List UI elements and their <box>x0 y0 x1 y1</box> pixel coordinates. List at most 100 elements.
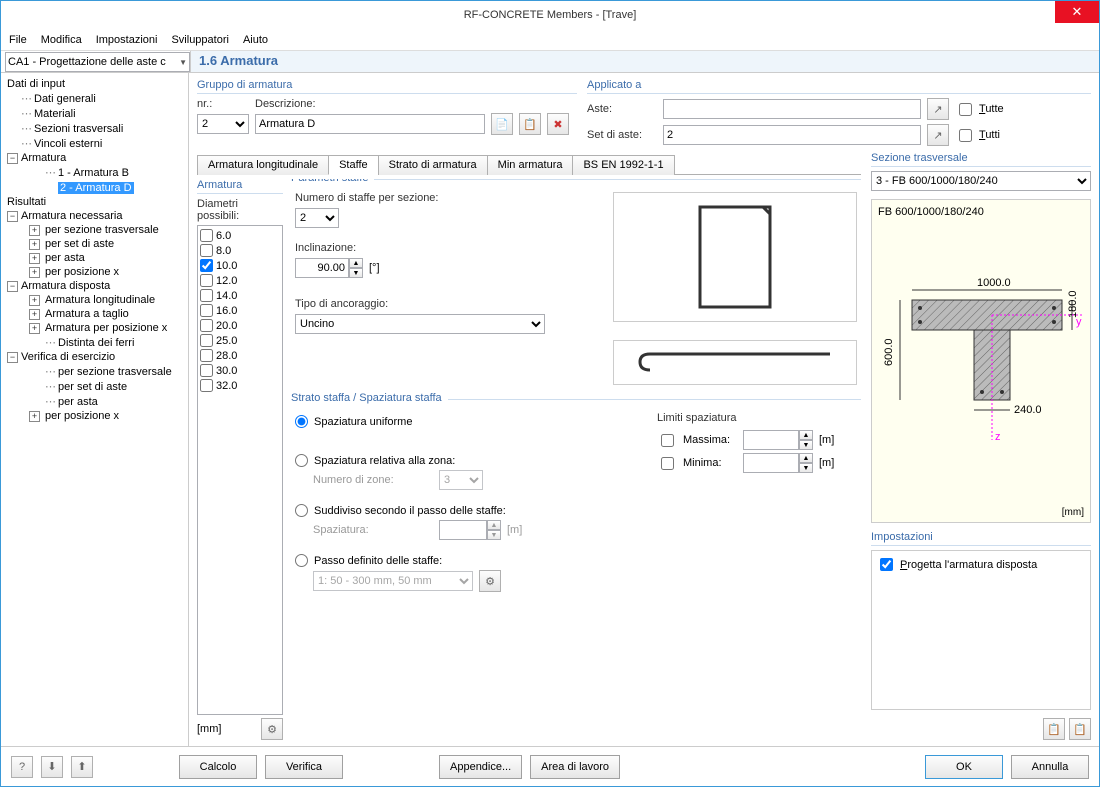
help-icon[interactable]: ? <box>11 756 33 778</box>
diam-option[interactable]: 28.0 <box>200 348 280 363</box>
menubar: File Modifica Impostazioni Sviluppatori … <box>1 29 1099 51</box>
descrizione-input[interactable] <box>255 114 485 134</box>
menu-impostazioni[interactable]: Impostazioni <box>96 34 158 46</box>
menu-sviluppatori[interactable]: Sviluppatori <box>171 34 228 46</box>
tree-risultati[interactable]: Risultati <box>3 195 186 209</box>
delete-icon[interactable]: ✖ <box>547 113 569 135</box>
tab-armatura-long[interactable]: Armatura longitudinale <box>197 155 329 175</box>
pick-set-icon[interactable]: ↗ <box>927 124 949 146</box>
svg-text:600.0: 600.0 <box>883 338 895 366</box>
tipo-anc-select[interactable]: Uncino <box>295 314 545 334</box>
area-lavoro-button[interactable]: Area di lavoro <box>530 755 620 779</box>
diam-option[interactable]: 16.0 <box>200 303 280 318</box>
tree-arm-long[interactable]: +Armatura longitudinale <box>3 293 186 307</box>
diam-option[interactable]: 32.0 <box>200 378 280 393</box>
tree-ve-posx[interactable]: +per posizione x <box>3 409 186 423</box>
copy-icon[interactable]: 📋 <box>519 113 541 135</box>
menu-file[interactable]: File <box>9 34 27 46</box>
appendice-button[interactable]: Appendice... <box>439 755 522 779</box>
diametri-label: Diametri possibili: <box>197 198 283 222</box>
diam-option[interactable]: 25.0 <box>200 333 280 348</box>
aste-input[interactable] <box>663 99 921 119</box>
tab-strato[interactable]: Strato di armatura <box>378 155 488 175</box>
diam-option[interactable]: 14.0 <box>200 288 280 303</box>
tab-staffe[interactable]: Staffe <box>328 155 379 175</box>
inclin-unit: [°] <box>369 262 380 274</box>
nav-tree[interactable]: Dati di input ⋯Dati generali ⋯Materiali … <box>1 73 189 746</box>
diam-option[interactable]: 8.0 <box>200 243 280 258</box>
paste-settings-icon[interactable]: 📋 <box>1069 718 1091 740</box>
massima-checkbox[interactable] <box>661 434 674 447</box>
tree-materiali[interactable]: ⋯Materiali <box>3 106 186 121</box>
applicato-head: Applicato a <box>587 79 1091 94</box>
sezione-combo[interactable]: 3 - FB 600/1000/180/240 <box>871 171 1091 191</box>
tree-arm-posx[interactable]: +Armatura per posizione x <box>3 321 186 335</box>
num-zone-select: 3 <box>439 470 483 490</box>
export-icon[interactable]: ⬆ <box>71 756 93 778</box>
import-icon[interactable]: ⬇ <box>41 756 63 778</box>
tree-per-sezione[interactable]: +per sezione trasversale <box>3 223 186 237</box>
tutte-checkbox[interactable]: Tutte <box>955 100 1004 119</box>
tab-min-armatura[interactable]: Min armatura <box>487 155 574 175</box>
progetta-checkbox[interactable]: Progetta l'armatura disposta <box>876 555 1086 574</box>
tree-vincoli[interactable]: ⋯Vincoli esterni <box>3 136 186 151</box>
diam-option[interactable]: 10.0 <box>200 258 280 273</box>
window-title: RF-CONCRETE Members - [Trave] <box>464 9 637 21</box>
tabstrip: Armatura longitudinale Staffe Strato di … <box>197 154 861 175</box>
page-title: 1.6 Armatura <box>190 51 1099 72</box>
copy-settings-icon[interactable]: 📋 <box>1043 718 1065 740</box>
num-staffe-label: Numero di staffe per sezione: <box>295 192 605 204</box>
tree-armatura-1[interactable]: ⋯1 - Armatura B <box>3 165 186 180</box>
tree-per-posx[interactable]: +per posizione x <box>3 265 186 279</box>
tree-sezioni[interactable]: ⋯Sezioni trasversali <box>3 121 186 136</box>
staffa-preview <box>613 192 857 322</box>
tree-arm-necessaria[interactable]: −Armatura necessaria <box>3 209 186 223</box>
tree-per-asta[interactable]: +per asta <box>3 251 186 265</box>
tree-dati-input[interactable]: Dati di input <box>3 77 186 91</box>
menu-modifica[interactable]: Modifica <box>41 34 82 46</box>
tree-dati-generali[interactable]: ⋯Dati generali <box>3 91 186 106</box>
diam-option[interactable]: 30.0 <box>200 363 280 378</box>
tree-arm-taglio[interactable]: +Armatura a taglio <box>3 307 186 321</box>
nr-select[interactable]: 2 <box>197 114 249 134</box>
tab-norma[interactable]: BS EN 1992-1-1 <box>572 155 674 175</box>
diam-option[interactable]: 12.0 <box>200 273 280 288</box>
passo-edit-icon[interactable]: ⚙ <box>479 570 501 592</box>
tree-armatura-2[interactable]: ⋯2 - Armatura D <box>3 180 186 195</box>
limiti-head: Limiti spaziatura <box>657 412 857 424</box>
inclinazione-input[interactable] <box>295 258 349 278</box>
tree-ve-set[interactable]: ⋯per set di aste <box>3 379 186 394</box>
tree-per-set[interactable]: +per set di aste <box>3 237 186 251</box>
tree-ve-asta[interactable]: ⋯per asta <box>3 394 186 409</box>
diam-option[interactable]: 20.0 <box>200 318 280 333</box>
minima-checkbox[interactable] <box>661 457 674 470</box>
radio-passo[interactable] <box>295 554 308 567</box>
tree-ve-sez[interactable]: ⋯per sezione trasversale <box>3 364 186 379</box>
new-icon[interactable]: 📄 <box>491 113 513 135</box>
case-combo[interactable]: CA1 - Progettazione delle aste c▼ <box>5 52 190 72</box>
calcolo-button[interactable]: Calcolo <box>179 755 257 779</box>
tree-distinta[interactable]: ⋯Distinta dei ferri <box>3 335 186 350</box>
sezione-head: Sezione trasversale <box>871 152 1091 167</box>
spin-down-icon[interactable]: ▼ <box>349 268 363 278</box>
set-aste-input[interactable] <box>663 125 921 145</box>
close-icon[interactable]: ✕ <box>1055 1 1099 23</box>
tree-armatura[interactable]: −Armatura <box>3 151 186 165</box>
verifica-button[interactable]: Verifica <box>265 755 343 779</box>
list-settings-icon[interactable]: ⚙ <box>261 718 283 740</box>
radio-relativa[interactable] <box>295 454 308 467</box>
pick-aste-icon[interactable]: ↗ <box>927 98 949 120</box>
spin-up-icon[interactable]: ▲ <box>349 258 363 268</box>
diametri-list[interactable]: 6.08.010.012.014.016.020.025.028.030.032… <box>197 225 283 715</box>
tree-arm-disposta[interactable]: −Armatura disposta <box>3 279 186 293</box>
ok-button[interactable]: OK <box>925 755 1003 779</box>
tree-verifica-es[interactable]: −Verifica di esercizio <box>3 350 186 364</box>
num-staffe-select[interactable]: 2 <box>295 208 339 228</box>
diam-option[interactable]: 6.0 <box>200 228 280 243</box>
svg-text:1000.0: 1000.0 <box>977 277 1011 289</box>
annulla-button[interactable]: Annulla <box>1011 755 1089 779</box>
menu-aiuto[interactable]: Aiuto <box>243 34 268 46</box>
radio-suddiviso[interactable] <box>295 504 308 517</box>
tutti-checkbox[interactable]: Tutti <box>955 126 1000 145</box>
radio-uniforme[interactable] <box>295 415 308 428</box>
